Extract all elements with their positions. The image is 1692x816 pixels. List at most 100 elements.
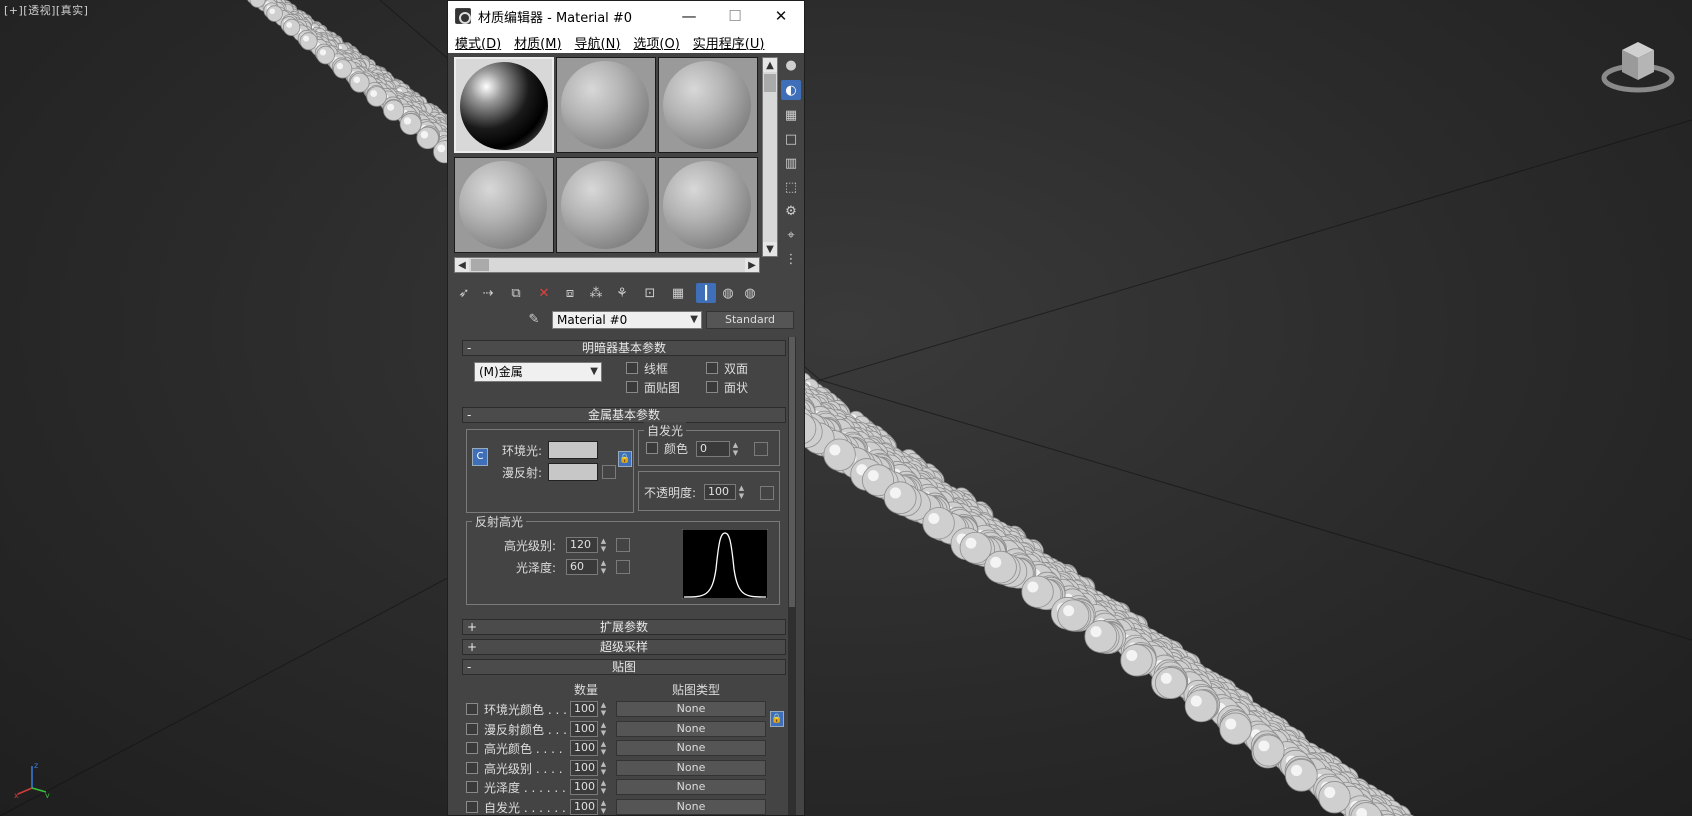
options-icon[interactable]: ⚙: [781, 201, 801, 221]
spinner-arrows-icon[interactable]: ▲ ▼: [598, 559, 609, 575]
title-bar[interactable]: 材质编辑器 - Material #0 — ☐ ✕: [448, 1, 804, 31]
get-material-icon[interactable]: ➶: [454, 283, 474, 303]
video-color-check-icon[interactable]: ▥: [781, 153, 801, 173]
spinner-arrows-icon[interactable]: ▲ ▼: [598, 701, 609, 717]
face-map-checkbox[interactable]: [626, 381, 638, 393]
maximize-button[interactable]: ☐: [712, 1, 758, 31]
close-button[interactable]: ✕: [758, 1, 804, 31]
material-editor-window[interactable]: 材质编辑器 - Material #0 — ☐ ✕ 模式(D) 材质(M) 导航…: [447, 0, 805, 816]
scroll-up-icon[interactable]: ▲: [763, 58, 777, 72]
material-name-field[interactable]: Material #0 ▼: [552, 311, 702, 329]
minimize-button[interactable]: —: [666, 1, 712, 31]
spinner-arrows-icon[interactable]: ▲ ▼: [598, 537, 609, 553]
map-enable-checkbox[interactable]: [466, 703, 478, 715]
map-enable-checkbox[interactable]: [466, 742, 478, 754]
map-amount-spinner[interactable]: 100 ▲ ▼: [570, 740, 606, 756]
sample-slot-3[interactable]: [658, 57, 758, 153]
material-map-navigator-icon[interactable]: ⋮: [781, 249, 801, 269]
reset-map-icon[interactable]: ✕: [534, 283, 554, 303]
lock-ambient-diffuse-icon[interactable]: C: [472, 448, 488, 466]
scroll-down-icon[interactable]: ▼: [763, 242, 777, 256]
show-end-result-icon[interactable]: ┃: [696, 283, 716, 303]
sample-slot-1[interactable]: [454, 57, 554, 153]
spinner-arrows-icon[interactable]: ▲ ▼: [598, 779, 609, 795]
sample-slot-4[interactable]: [454, 157, 554, 253]
map-enable-checkbox[interactable]: [466, 762, 478, 774]
rollout-metal-basic-header[interactable]: - 金属基本参数: [462, 407, 786, 423]
map-amount-spinner[interactable]: 100 ▲ ▼: [570, 760, 606, 776]
map-amount-spinner[interactable]: 100 ▲ ▼: [570, 701, 606, 717]
map-amount-spinner[interactable]: 100 ▲ ▼: [570, 721, 606, 737]
rollout-supersampling-header[interactable]: + 超级采样: [462, 639, 786, 655]
background-checker-icon[interactable]: ▦: [781, 105, 801, 125]
glossiness-map-button[interactable]: [616, 560, 630, 574]
menu-navigation[interactable]: 导航(N): [575, 33, 621, 52]
select-by-material-icon[interactable]: ⌖: [781, 225, 801, 245]
lock-maps-icon[interactable]: 🔒: [770, 711, 784, 727]
sample-slot-6[interactable]: [658, 157, 758, 253]
spinner-arrows-icon[interactable]: ▲ ▼: [598, 721, 609, 737]
make-preview-icon[interactable]: ⬚: [781, 177, 801, 197]
wire-checkbox[interactable]: [626, 362, 638, 374]
perspective-viewport[interactable]: [+][透视][真实] z x y: [0, 0, 1692, 816]
diffuse-map-button[interactable]: [602, 465, 616, 479]
viewport-label[interactable]: [+][透视][真实]: [4, 2, 88, 18]
sample-slot-2[interactable]: [556, 57, 656, 153]
make-unique-icon[interactable]: ⁂: [586, 283, 606, 303]
sample-type-icon[interactable]: ●: [781, 55, 801, 75]
self-illum-color-checkbox[interactable]: [646, 442, 658, 454]
self-illum-map-button[interactable]: [754, 442, 768, 456]
go-to-parent-icon[interactable]: ◍: [718, 283, 738, 303]
map-type-button[interactable]: None: [616, 760, 766, 776]
specular-level-map-button[interactable]: [616, 538, 630, 552]
map-type-button[interactable]: None: [616, 701, 766, 717]
slots-horizontal-scrollbar[interactable]: ◀ ▶: [454, 257, 760, 273]
backlight-icon[interactable]: ◐: [781, 80, 801, 100]
opacity-spinner[interactable]: 100 ▲ ▼: [704, 484, 744, 500]
scroll-right-icon[interactable]: ▶: [745, 258, 759, 272]
menu-utilities[interactable]: 实用程序(U): [693, 33, 765, 52]
map-type-button[interactable]: None: [616, 721, 766, 737]
material-type-button[interactable]: Standard: [706, 311, 794, 329]
specular-level-spinner[interactable]: 120 ▲ ▼: [566, 537, 606, 553]
map-type-button[interactable]: None: [616, 799, 766, 815]
rollout-shader-basic-header[interactable]: - 明暗器基本参数: [462, 340, 786, 356]
menu-mode[interactable]: 模式(D): [455, 33, 501, 52]
lock-color-icon[interactable]: 🔒: [618, 451, 632, 467]
spinner-arrows-icon[interactable]: ▲ ▼: [736, 484, 747, 500]
material-id-channel-icon[interactable]: ⊡: [640, 283, 660, 303]
map-amount-spinner[interactable]: 100 ▲ ▼: [570, 779, 606, 795]
rollout-extended-params-header[interactable]: + 扩展参数: [462, 619, 786, 635]
scroll-thumb[interactable]: [471, 259, 489, 271]
menu-material[interactable]: 材质(M): [514, 33, 561, 52]
spinner-arrows-icon[interactable]: ▲ ▼: [598, 799, 609, 815]
two-sided-checkbox[interactable]: [706, 362, 718, 374]
put-material-to-scene-icon[interactable]: ⇢: [478, 283, 498, 303]
put-to-library-icon[interactable]: ⚘: [612, 283, 632, 303]
opacity-map-button[interactable]: [760, 486, 774, 500]
diffuse-color-swatch[interactable]: [548, 463, 598, 481]
menu-options[interactable]: 选项(O): [633, 33, 679, 52]
shader-type-dropdown[interactable]: (M)金属 ▼: [474, 362, 602, 382]
go-forward-sibling-icon[interactable]: ◍: [740, 283, 760, 303]
map-enable-checkbox[interactable]: [466, 723, 478, 735]
spinner-arrows-icon[interactable]: ▲ ▼: [598, 760, 609, 776]
scroll-left-icon[interactable]: ◀: [455, 258, 469, 272]
glossiness-spinner[interactable]: 60 ▲ ▼: [566, 559, 606, 575]
params-scrollbar[interactable]: [788, 337, 796, 815]
map-amount-spinner[interactable]: 100 ▲ ▼: [570, 799, 606, 815]
slots-vertical-scrollbar[interactable]: ▲ ▼: [762, 57, 778, 257]
viewcube-icon[interactable]: [1600, 28, 1676, 94]
ambient-color-swatch[interactable]: [548, 441, 598, 459]
faceted-checkbox[interactable]: [706, 381, 718, 393]
rollout-maps-header[interactable]: - 贴图: [462, 659, 786, 675]
spinner-arrows-icon[interactable]: ▲ ▼: [598, 740, 609, 756]
params-scroll-thumb[interactable]: [789, 337, 795, 607]
spinner-arrows-icon[interactable]: ▲ ▼: [730, 441, 741, 457]
map-enable-checkbox[interactable]: [466, 801, 478, 813]
scroll-thumb[interactable]: [764, 74, 776, 92]
map-type-button[interactable]: None: [616, 779, 766, 795]
make-material-copy-icon[interactable]: ⧈: [560, 283, 580, 303]
show-map-in-viewport-icon[interactable]: ▦: [668, 283, 688, 303]
self-illum-spinner[interactable]: 0 ▲ ▼: [696, 441, 738, 457]
